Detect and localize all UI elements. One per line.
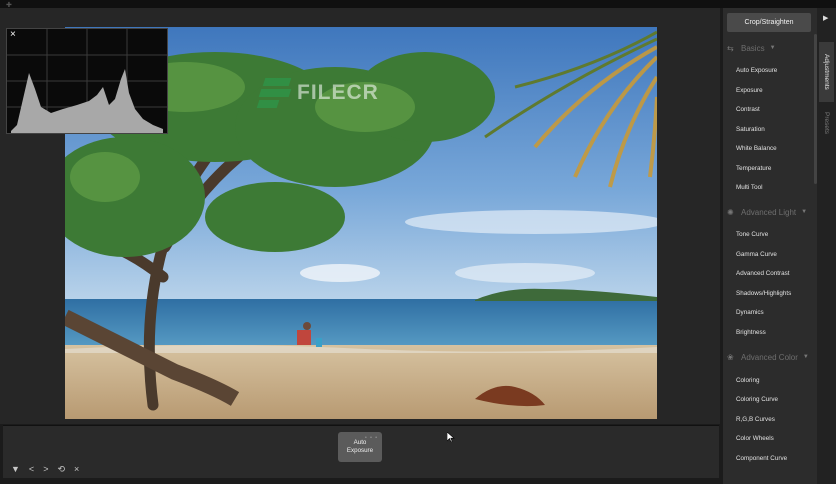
tool-contrast[interactable]: Contrast <box>736 106 760 113</box>
chevron-down-icon: ▼ <box>802 354 809 360</box>
tool-tone-curve[interactable]: Tone Curve <box>736 231 768 238</box>
color-icon: ❀ <box>727 352 734 362</box>
tool-brightness[interactable]: Brightness <box>736 329 766 336</box>
preset-dots-icon: • • • <box>364 435 378 441</box>
close-icon[interactable]: × <box>10 30 16 40</box>
expand-arrow-icon[interactable]: ▶ <box>823 14 828 22</box>
tool-color-wheels[interactable]: Color Wheels <box>736 435 774 442</box>
top-toolbar: ✚ <box>0 0 836 9</box>
watermark: FILECR <box>256 76 379 110</box>
sun-icon: ✺ <box>727 207 734 217</box>
tool-auto-exposure[interactable]: Auto Exposure <box>736 67 777 74</box>
histogram-graph <box>7 29 167 133</box>
preset-label-line2: Exposure <box>346 447 374 454</box>
next-icon[interactable]: > <box>43 464 48 475</box>
section-advanced-light-title: Advanced Light <box>741 207 797 217</box>
section-advanced-color[interactable]: ❀ Advanced Color ▼ <box>727 350 813 364</box>
mouse-cursor-icon <box>447 432 455 442</box>
section-basics-title: Basics <box>741 43 765 53</box>
adjustments-panel: Crop/Straighten ⇆ Basics ▼ Auto Exposure… <box>723 8 817 484</box>
tool-white-balance[interactable]: White Balance <box>736 145 777 152</box>
reset-icon[interactable]: ⟲ <box>57 464 65 475</box>
tab-adjustments[interactable]: Adjustments <box>819 42 834 102</box>
collapse-icon[interactable]: ▼ <box>11 464 20 475</box>
tool-advanced-contrast[interactable]: Advanced Contrast <box>736 270 790 277</box>
chevron-down-icon: ▼ <box>769 45 776 51</box>
filecr-logo-icon <box>256 76 294 110</box>
tool-dynamics[interactable]: Dynamics <box>736 309 764 316</box>
tool-gamma-curve[interactable]: Gamma Curve <box>736 251 777 258</box>
tool-coloring[interactable]: Coloring <box>736 377 759 384</box>
previous-icon[interactable]: < <box>29 464 34 475</box>
chevron-down-icon: ▼ <box>801 209 808 215</box>
tool-multi-tool[interactable]: Multi Tool <box>736 184 762 191</box>
sliders-icon: ⇆ <box>727 43 734 53</box>
tool-rgb-curves[interactable]: R,G,B Curves <box>736 416 775 423</box>
tool-shadows-highlights[interactable]: Shadows/Highlights <box>736 290 791 297</box>
section-advanced-light[interactable]: ✺ Advanced Light ▼ <box>727 205 813 219</box>
tool-exposure[interactable]: Exposure <box>736 87 763 94</box>
bottom-controls: ▼ < > ⟲ × <box>11 464 79 475</box>
section-advanced-color-title: Advanced Color <box>741 352 798 362</box>
panel-tabs-rail: ▶ Adjustments Presets <box>817 8 836 484</box>
tool-saturation[interactable]: Saturation <box>736 126 765 133</box>
tab-presets[interactable]: Presets <box>819 106 834 140</box>
tool-component-curve[interactable]: Component Curve <box>736 455 787 462</box>
tool-coloring-curve[interactable]: Coloring Curve <box>736 396 778 403</box>
section-basics[interactable]: ⇆ Basics ▼ <box>727 41 813 55</box>
watermark-text: FILECR <box>297 81 379 104</box>
auto-exposure-preset[interactable]: • • • Auto Exposure <box>338 432 382 462</box>
tool-temperature[interactable]: Temperature <box>736 165 771 172</box>
crop-straighten-button[interactable]: Crop/Straighten <box>727 13 811 32</box>
close-icon[interactable]: × <box>74 464 79 475</box>
histogram-panel: × <box>6 28 168 134</box>
presets-bar: • • • Auto Exposure ▼ < > ⟲ × <box>3 425 719 478</box>
